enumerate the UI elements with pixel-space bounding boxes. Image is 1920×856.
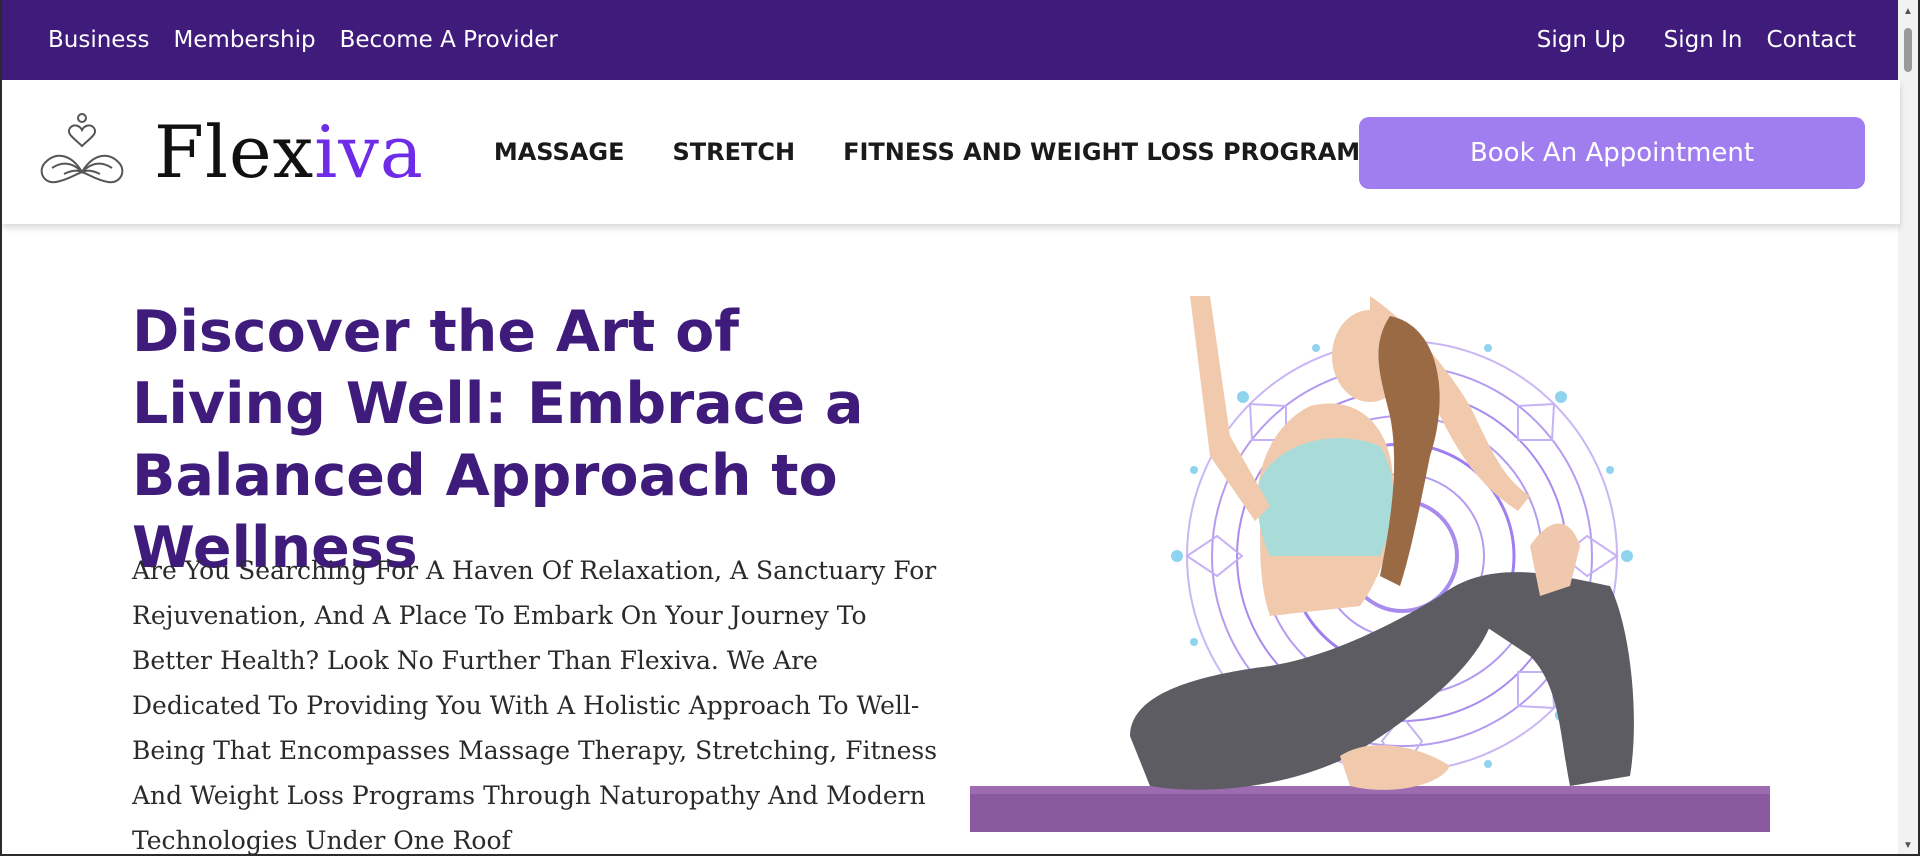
brand-name-part2: iva (314, 110, 424, 194)
top-right-links: Sign Up Sign In Contact (1513, 27, 1856, 53)
brand-name-part1: Flex (154, 110, 315, 194)
business-link[interactable]: Business (48, 27, 149, 53)
hero-title: Discover the Art of Living Well: Embrace… (132, 299, 864, 581)
brand-logo[interactable]: Flexiva (34, 112, 424, 192)
scrollbar-thumb[interactable] (1904, 28, 1912, 72)
sign-up-link[interactable]: Sign Up (1537, 27, 1626, 53)
scroll-up-arrow-icon[interactable]: ▲ (1902, 6, 1914, 18)
primary-nav: MASSAGE STRETCH FITNESS AND WEIGHT LOSS … (494, 138, 1408, 166)
brand-name: Flexiva (154, 116, 424, 188)
yoga-hero-image (970, 296, 1770, 832)
become-provider-link[interactable]: Become A Provider (340, 27, 558, 53)
top-utility-bar: Business Membership Become A Provider Si… (2, 0, 1900, 80)
nav-massage[interactable]: MASSAGE (494, 138, 625, 166)
book-appointment-button[interactable]: Book An Appointment (1359, 117, 1865, 189)
hero-description: Are You Searching For A Haven Of Relaxat… (132, 556, 938, 855)
nav-stretch[interactable]: STRETCH (672, 138, 795, 166)
top-left-links: Business Membership Become A Provider (48, 27, 582, 53)
scroll-down-arrow-icon[interactable]: ▼ (1902, 840, 1914, 852)
nav-fitness-weight-loss[interactable]: FITNESS AND WEIGHT LOSS PROGRAM (843, 138, 1360, 166)
lotus-heart-logo-icon (40, 113, 124, 184)
main-header: Flexiva MASSAGE STRETCH FITNESS AND WEIG… (2, 80, 1900, 224)
page: Business Membership Become A Provider Si… (0, 0, 1920, 856)
page-scrollbar[interactable]: ▲ ▼ (1898, 0, 1918, 854)
contact-link[interactable]: Contact (1767, 27, 1856, 53)
membership-link[interactable]: Membership (173, 27, 315, 53)
sign-in-link[interactable]: Sign In (1664, 27, 1743, 53)
